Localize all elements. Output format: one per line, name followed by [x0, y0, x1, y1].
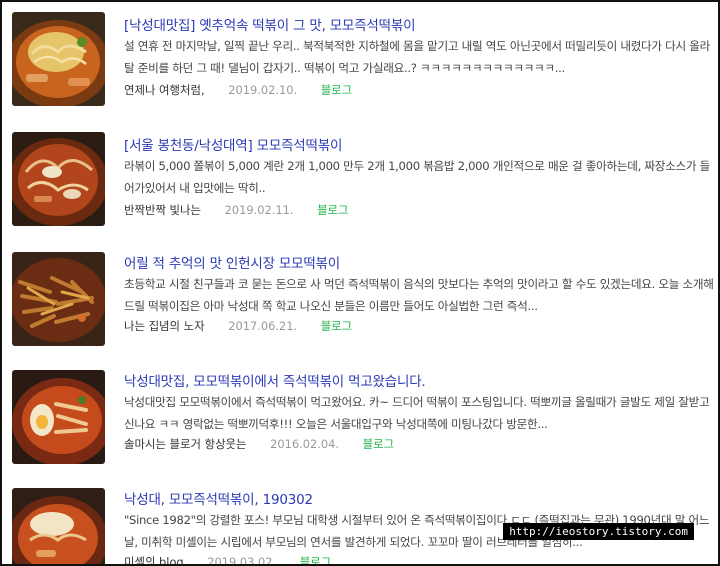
result-item: [서울 봉천동/낙성대역] 모모즉석떡볶이 라볶이 5,000 쫄볶이 5,00…: [2, 120, 718, 238]
result-item: 낙성대맛집, 모모떡볶이에서 즉석떡볶이 먹고왔습니다. 낙성대맛집 모모떡볶이…: [2, 356, 718, 474]
result-date: 2017.06.21.: [228, 319, 298, 333]
result-meta: 반짝반짝 빛나는 2019.02.11. 블로그: [124, 202, 349, 218]
result-author[interactable]: 연제나 여행처럼,: [124, 83, 205, 97]
result-thumbnail[interactable]: [12, 488, 105, 564]
result-thumbnail[interactable]: [12, 252, 105, 346]
result-item: 낙성대, 모모즉석떡볶이, 190302 "Since 1982"의 강렬한 포…: [2, 474, 718, 566]
result-author[interactable]: 미셸의 blog: [124, 555, 184, 564]
result-author[interactable]: 솔마시는 블로거 항상웃는: [124, 437, 247, 451]
result-item: 어릴 적 추억의 맛 인헌시장 모모떡볶이 초등학교 시절 친구들과 코 묻는 …: [2, 238, 718, 356]
result-source-link[interactable]: 블로그: [321, 319, 352, 333]
result-thumbnail[interactable]: [12, 12, 105, 106]
result-date: 2019.03.02.: [207, 555, 277, 566]
result-description: 낙성대맛집 모모떡볶이에서 즉석떡볶이 먹고왔어요. 카~ 드디어 떡볶이 포스…: [124, 395, 710, 431]
result-title-link[interactable]: [낙성대맛집] 옛추억속 떡볶이 그 맛, 모모즉석떡볶이: [124, 14, 416, 34]
result-meta: 나는 집념의 노자 2017.06.21. 블로그: [124, 318, 352, 334]
watermark-label: http://ieostory.tistory.com: [503, 523, 694, 540]
result-title-link[interactable]: 낙성대맛집, 모모떡볶이에서 즉석떡볶이 먹고왔습니다.: [124, 370, 426, 390]
result-description: 설 연휴 전 마지막날, 일찍 끝난 우리.. 북적북적한 지하철에 몸을 맡기…: [124, 39, 711, 75]
result-source-link[interactable]: 블로그: [317, 203, 348, 217]
result-thumbnail[interactable]: [12, 132, 105, 226]
search-results-panel: [낙성대맛집] 옛추억속 떡볶이 그 맛, 모모즉석떡볶이 설 연휴 전 마지막…: [0, 0, 720, 566]
result-date: 2016.02.04.: [270, 437, 339, 451]
result-source-link[interactable]: 블로그: [321, 83, 352, 97]
result-date: 2019.02.11.: [224, 203, 294, 217]
result-item: [낙성대맛집] 옛추억속 떡볶이 그 맛, 모모즉석떡볶이 설 연휴 전 마지막…: [2, 2, 718, 120]
result-source-link[interactable]: 블로그: [300, 555, 331, 564]
result-title-link[interactable]: 어릴 적 추억의 맛 인헌시장 모모떡볶이: [124, 252, 340, 272]
result-author[interactable]: 나는 집념의 노자: [124, 319, 205, 333]
result-title-link[interactable]: [서울 봉천동/낙성대역] 모모즉석떡볶이: [124, 134, 342, 154]
result-source-link[interactable]: 블로그: [363, 437, 394, 451]
result-description: 초등학교 시절 친구들과 코 묻는 돈으로 사 먹던 즉석떡볶이 음식의 맛보다…: [124, 277, 714, 313]
result-meta: 솔마시는 블로거 항상웃는 2016.02.04. 블로그: [124, 436, 394, 452]
result-date: 2019.02.10.: [228, 83, 298, 97]
result-meta: 연제나 여행처럼, 2019.02.10. 블로그: [124, 82, 352, 98]
result-meta: 미셸의 blog 2019.03.02. 블로그: [124, 554, 331, 566]
result-description: 라볶이 5,000 쫄볶이 5,000 계란 2개 1,000 만두 2개 1,…: [124, 159, 710, 195]
result-author[interactable]: 반짝반짝 빛나는: [124, 203, 201, 217]
result-thumbnail[interactable]: [12, 370, 105, 464]
result-title-link[interactable]: 낙성대, 모모즉석떡볶이, 190302: [124, 488, 313, 508]
